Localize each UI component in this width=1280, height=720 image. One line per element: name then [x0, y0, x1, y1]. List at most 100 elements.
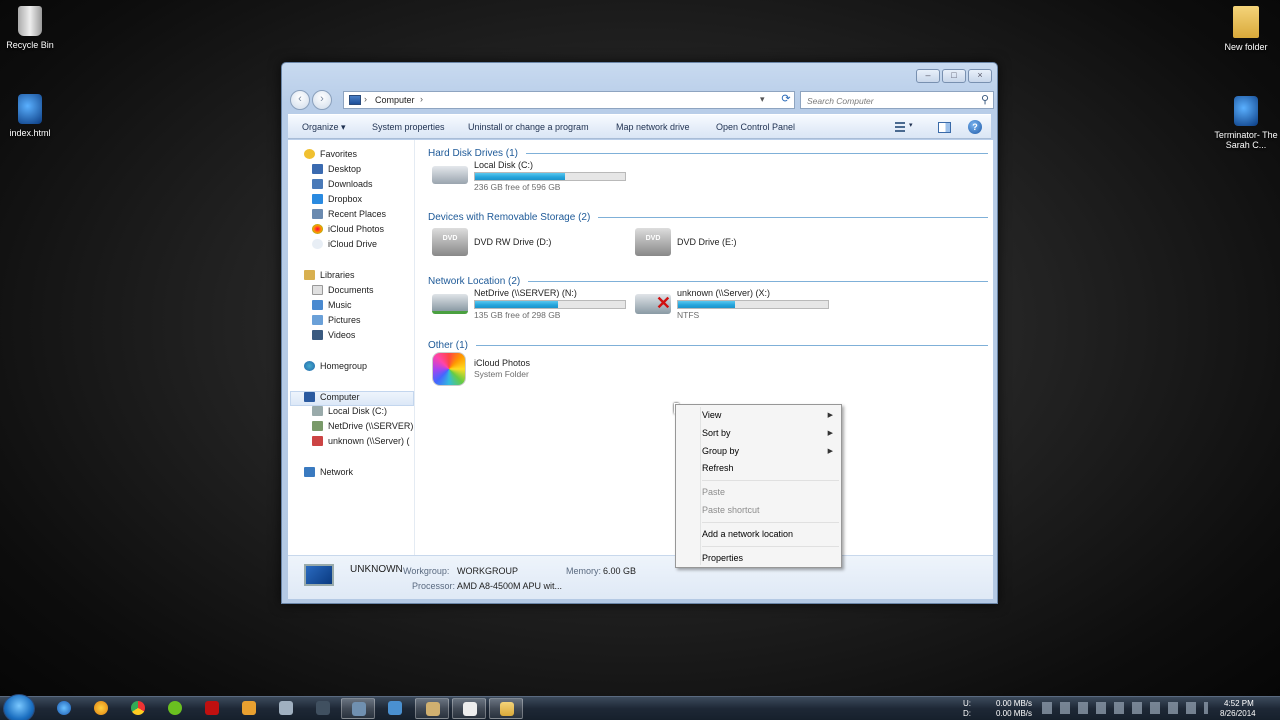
menu-item-group-by[interactable]: Group by	[702, 446, 739, 456]
breadcrumb-chevron-icon[interactable]: ›	[420, 94, 423, 104]
group-divider	[526, 152, 988, 154]
nav-icloud-photos[interactable]: iCloud Photos	[312, 224, 384, 239]
drive-usage-fill	[475, 173, 565, 180]
menu-item-view[interactable]: View	[702, 410, 721, 420]
nav-desktop[interactable]: Desktop	[312, 164, 361, 179]
star-icon	[304, 149, 315, 159]
drive-name: Local Disk (C:)	[474, 160, 534, 170]
taskbar-explorer-button[interactable]	[489, 698, 523, 719]
taskbar: U: D: 0.00 MB/s 0.00 MB/s 4:52 PM 8/26/2…	[0, 694, 1280, 720]
menu-item-properties[interactable]: Properties	[702, 553, 743, 563]
search-input[interactable]: Search Computer ⚲	[800, 91, 994, 109]
forward-button[interactable]: ›	[312, 90, 332, 110]
drive-unknown-x[interactable]: ✕ unknown (\\Server) (X:) NTFS	[635, 285, 835, 321]
nav-local-disk[interactable]: Local Disk (C:)	[312, 406, 415, 421]
help-icon[interactable]: ?	[968, 120, 982, 134]
menu-item-refresh[interactable]: Refresh	[702, 463, 734, 473]
recent-places-icon	[312, 209, 323, 219]
desktop-icon-index-html[interactable]: index.html	[0, 94, 60, 138]
taskbar-ie-button[interactable]	[47, 698, 81, 719]
nav-label: Local Disk (C:)	[328, 406, 388, 416]
refresh-icon[interactable]: ⟳	[777, 91, 795, 109]
start-button-windows-icon[interactable]	[3, 694, 35, 720]
minimize-button[interactable]: –	[916, 69, 940, 83]
search-icon[interactable]: ⚲	[981, 93, 989, 106]
address-dropdown-icon[interactable]: ▾	[760, 94, 765, 105]
taskbar-app-button[interactable]	[341, 698, 375, 719]
nav-pictures[interactable]: Pictures	[312, 315, 361, 330]
desktop-icon-label: Recycle Bin	[6, 40, 54, 50]
filezilla-icon	[205, 701, 219, 715]
desktop-icon-terminator[interactable]: Terminator- The Sarah C...	[1214, 96, 1278, 150]
group-header-removable[interactable]: Devices with Removable Storage (2)	[428, 210, 988, 224]
nav-netdrive[interactable]: NetDrive (\\SERVER) (	[312, 421, 415, 436]
nav-dropbox[interactable]: Dropbox	[312, 194, 362, 209]
nav-downloads[interactable]: Downloads	[312, 179, 373, 194]
nav-icloud-drive[interactable]: iCloud Drive	[312, 239, 377, 254]
item-icloud-photos[interactable]: iCloud Photos System Folder	[432, 350, 632, 390]
drive-usage-fill	[475, 301, 558, 308]
app-icon	[352, 702, 366, 716]
drive-filesystem: NTFS	[677, 310, 700, 320]
nav-music[interactable]: Music	[312, 300, 352, 315]
taskbar-app-button[interactable]	[232, 698, 266, 719]
clock-date[interactable]: 8/26/2014	[1220, 709, 1256, 718]
nav-recent-places[interactable]: Recent Places	[312, 209, 386, 224]
drive-name: DVD RW Drive (D:)	[474, 237, 552, 247]
nav-videos[interactable]: Videos	[312, 330, 355, 345]
nav-network[interactable]: Network	[304, 467, 353, 482]
system-tray-icons[interactable]	[1042, 702, 1208, 714]
maximize-button[interactable]: □	[942, 69, 966, 83]
nav-libraries[interactable]: Libraries	[304, 270, 355, 285]
network-drive-icon	[312, 421, 323, 431]
drive-netdrive-n[interactable]: NetDrive (\\SERVER) (N:) 135 GB free of …	[432, 285, 632, 321]
change-view-icon[interactable]	[895, 122, 905, 132]
organize-button[interactable]: Organize ▾	[302, 122, 346, 133]
menu-item-paste[interactable]: Paste	[702, 487, 725, 497]
back-button[interactable]: ‹	[290, 90, 310, 110]
taskbar-app-button[interactable]	[306, 698, 340, 719]
taskbar-app-button[interactable]	[378, 698, 412, 719]
taskbar-chrome-button[interactable]	[121, 698, 155, 719]
taskbar-spotify-button[interactable]	[158, 698, 192, 719]
processor-value: AMD A8-4500M APU wit...	[457, 581, 563, 591]
nav-label: Homegroup	[320, 361, 368, 371]
preview-pane-icon[interactable]	[938, 122, 951, 133]
address-bar[interactable]: › Computer › ▾	[343, 91, 795, 109]
clock-time[interactable]: 4:52 PM	[1224, 699, 1254, 708]
breadcrumb-chevron-icon[interactable]: ›	[364, 94, 367, 104]
nav-homegroup[interactable]: Homegroup	[304, 361, 367, 376]
nav-unknown-drive[interactable]: unknown (\\Server) (	[312, 436, 415, 451]
window-caption-buttons: – □ ×	[916, 69, 992, 83]
uninstall-program-button[interactable]: Uninstall or change a program	[468, 122, 589, 132]
address-bar-row: ‹ › › Computer › ▾ ⟳ Search Computer ⚲	[288, 89, 994, 111]
drive-name: DVD Drive (E:)	[677, 237, 737, 247]
system-properties-button[interactable]: System properties	[372, 122, 445, 132]
taskbar-app-button[interactable]	[452, 698, 486, 719]
nav-label: NetDrive (\\SERVER) (	[328, 421, 415, 431]
menu-item-paste-shortcut[interactable]: Paste shortcut	[702, 505, 760, 515]
taskbar-app-button[interactable]	[84, 698, 118, 719]
app-icon	[426, 702, 440, 716]
menu-item-add-network-location[interactable]: Add a network location	[702, 529, 793, 539]
nav-label: Favorites	[320, 149, 358, 159]
taskbar-app-button[interactable]	[269, 698, 303, 719]
menu-item-sort-by[interactable]: Sort by	[702, 428, 731, 438]
map-network-drive-button[interactable]: Map network drive	[616, 122, 690, 132]
desktop-icon-new-folder[interactable]: New folder	[1216, 6, 1276, 52]
drive-dvd-e[interactable]: DVD DVD Drive (E:)	[635, 224, 835, 260]
desktop-icon-recycle-bin[interactable]: Recycle Bin	[0, 6, 60, 50]
open-control-panel-button[interactable]: Open Control Panel	[716, 122, 795, 132]
taskbar-filezilla-button[interactable]	[195, 698, 229, 719]
dropbox-icon	[312, 194, 323, 204]
view-dropdown-icon[interactable]: ▾	[909, 121, 913, 129]
close-button[interactable]: ×	[968, 69, 992, 83]
drive-dvd-rw-d[interactable]: DVD DVD RW Drive (D:)	[432, 224, 632, 260]
nav-favorites[interactable]: Favorites	[304, 149, 357, 164]
nav-documents[interactable]: Documents	[312, 285, 374, 300]
nav-computer[interactable]: Computer	[290, 391, 414, 406]
taskbar-app-button[interactable]	[415, 698, 449, 719]
drive-local-disk-c[interactable]: Local Disk (C:) 236 GB free of 596 GB	[432, 157, 632, 193]
breadcrumb-computer[interactable]: Computer	[375, 95, 415, 105]
nav-label: Music	[328, 300, 352, 310]
